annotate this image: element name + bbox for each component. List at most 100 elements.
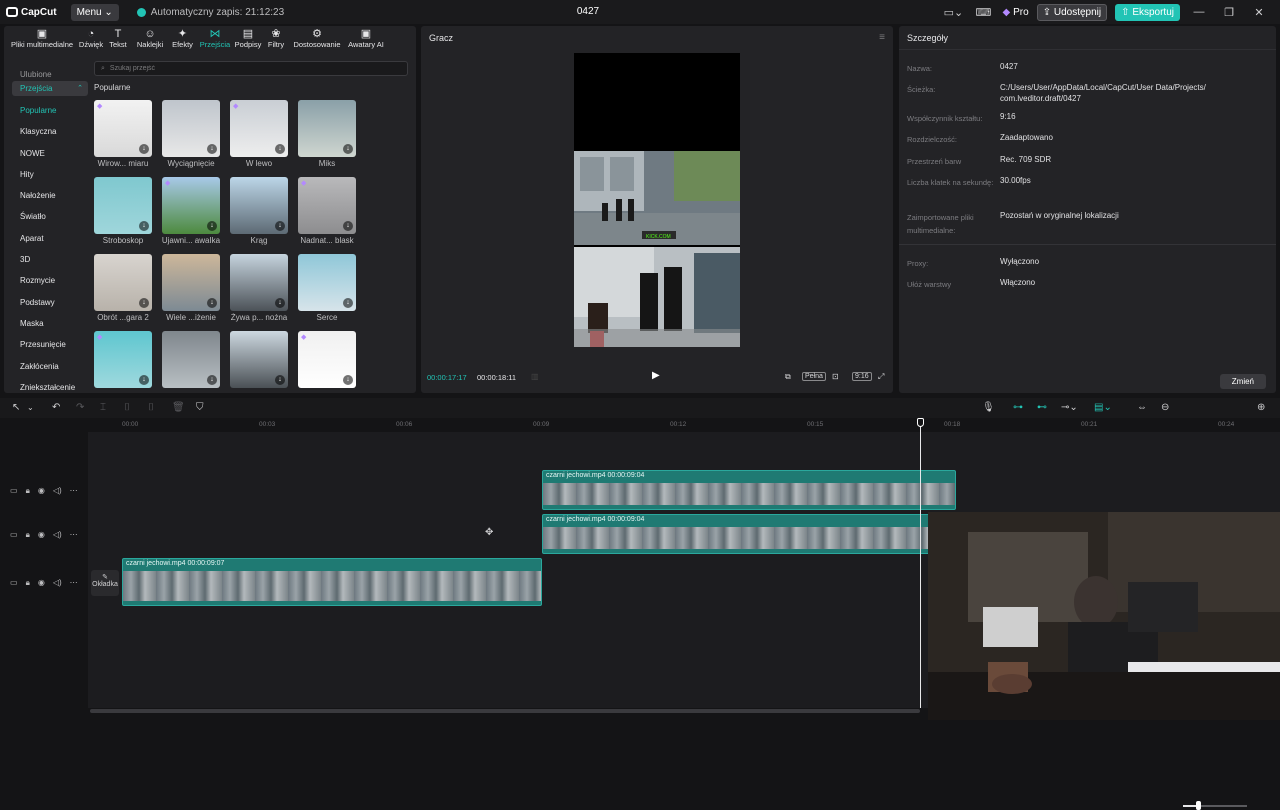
main-video-clip[interactable]: czarni jechowi.mp4 00:00:09:07 — [122, 558, 542, 606]
minimize-icon[interactable]: — — [1188, 6, 1210, 18]
chevron-down-icon[interactable]: ⌄ — [27, 403, 34, 412]
transition-card[interactable]: ↓ Wiele ...iżenie — [162, 254, 220, 324]
menu-button[interactable]: Menu ⌄ — [70, 3, 119, 21]
track-select-icon[interactable]: ▭ — [10, 578, 18, 588]
track-select-icon[interactable]: ▭ — [10, 530, 18, 540]
video-clip[interactable]: czarni jechowi.mp4 00:00:09:04 — [542, 470, 956, 510]
sidebar-item[interactable]: Światło — [12, 206, 88, 227]
sidebar-item[interactable]: Nałożenie — [12, 185, 88, 206]
tab-dostosowanie[interactable]: ⚙ Dostosowanie — [291, 26, 343, 52]
transition-card[interactable]: ↓ Serce — [298, 254, 356, 324]
select-tool-icon[interactable]: ↖ — [12, 402, 20, 413]
zoom-in-icon[interactable]: ⊕ — [1257, 402, 1265, 413]
sidebar-item[interactable]: Popularne — [12, 100, 88, 121]
tab-efekty[interactable]: ✦ Efekty — [170, 26, 195, 52]
play-button[interactable]: ▶ — [652, 370, 660, 381]
pro-button[interactable]: ◆ Pro — [1002, 7, 1028, 18]
transition-card[interactable]: ↓ — [230, 331, 288, 401]
shield-icon[interactable]: ⛉ — [196, 402, 204, 413]
eye-icon[interactable]: ◉ — [38, 530, 45, 540]
time-ruler[interactable]: 00:00 00:03 00:06 00:09 00:12 00:15 00:18 00:21… — [88, 418, 1280, 432]
search-box[interactable]: ⌕ — [94, 61, 408, 76]
download-icon[interactable]: ↓ — [343, 221, 353, 231]
tab-przejścia[interactable]: ⋈ Przejścia — [198, 26, 232, 52]
sidebar-item[interactable]: Hity — [12, 164, 88, 185]
download-icon[interactable]: ↓ — [275, 298, 285, 308]
undo-icon[interactable]: ↶ — [52, 402, 60, 413]
fullscreen-icon[interactable]: ⤢ — [878, 372, 884, 382]
redo-icon[interactable]: ↷ — [76, 402, 84, 413]
close-icon[interactable]: ✕ — [1248, 6, 1270, 19]
sidebar-item[interactable]: Rozmycie — [12, 270, 88, 291]
transition-card[interactable]: ◆ ↓ — [94, 331, 152, 401]
download-icon[interactable]: ↓ — [343, 144, 353, 154]
speaker-icon[interactable]: ◁) — [53, 530, 62, 540]
download-icon[interactable]: ↓ — [139, 144, 149, 154]
delete-icon[interactable]: 🗑 — [172, 402, 185, 413]
sidebar-item[interactable]: Zniekształcenie — [12, 377, 88, 398]
transition-card[interactable]: ◆ ↓ W lewo — [230, 100, 288, 170]
sidebar-item[interactable]: Podstawy — [12, 292, 88, 313]
tab-awatary-ai[interactable]: ▣ Awatary AI — [346, 26, 386, 52]
download-icon[interactable]: ↓ — [343, 298, 353, 308]
download-icon[interactable]: ↓ — [207, 298, 217, 308]
transition-card[interactable]: ◆ ↓ — [298, 331, 356, 401]
lock-icon[interactable]: 🔒︎ — [26, 530, 30, 540]
download-icon[interactable]: ↓ — [139, 375, 149, 385]
sidebar-item[interactable]: Przesunięcie — [12, 334, 88, 355]
sidebar-item-favorites[interactable]: Ulubione — [12, 71, 88, 81]
more-icon[interactable]: ⋯ — [70, 530, 78, 540]
shortcut-icon[interactable]: ⌨ — [972, 6, 994, 19]
tab-podpisy[interactable]: ▤ Podpisy — [235, 26, 262, 52]
transition-card[interactable]: ↓ Krąg — [230, 177, 288, 247]
playhead[interactable] — [920, 418, 921, 708]
track-select-icon[interactable]: ▭ — [10, 486, 18, 496]
download-icon[interactable]: ↓ — [275, 221, 285, 231]
split-left-icon[interactable]: ⌷ — [124, 402, 130, 413]
zoom-out-icon[interactable]: ⊖ — [1161, 402, 1169, 413]
export-button[interactable]: ⇧ Eksportuj — [1115, 3, 1180, 21]
lock-icon[interactable]: 🔒︎ — [26, 486, 30, 496]
lock-icon[interactable]: 🔒︎ — [26, 578, 30, 588]
playhead-handle[interactable] — [917, 418, 924, 427]
sidebar-item[interactable]: Aparat — [12, 228, 88, 249]
download-icon[interactable]: ↓ — [343, 375, 353, 385]
ratio-button[interactable]: 9:16 — [852, 372, 872, 381]
layout-icon[interactable]: ▭⌄ — [942, 6, 964, 19]
tab-dźwięk[interactable]: ◔ Dźwięk — [79, 26, 103, 52]
transition-card[interactable]: ◆ ↓ Wirow... miaru — [94, 100, 152, 170]
split-icon[interactable]: ⌶ — [100, 402, 106, 413]
eye-icon[interactable]: ◉ — [38, 486, 45, 496]
tab-tekst[interactable]: T Tekst — [106, 26, 130, 52]
maximize-icon[interactable]: ❐ — [1218, 6, 1240, 19]
fit-icon[interactable]: ⇔ — [1137, 402, 1147, 413]
speaker-icon[interactable]: ◁) — [53, 486, 62, 496]
sidebar-item[interactable]: NOWE — [12, 143, 88, 164]
video-preview[interactable]: KICK.COM — [574, 53, 740, 347]
speaker-icon[interactable]: ◁) — [53, 578, 62, 588]
magnet-icon[interactable]: ⊶ — [1013, 402, 1023, 413]
timeline-scrollbar[interactable] — [90, 709, 920, 713]
download-icon[interactable]: ↓ — [207, 375, 217, 385]
tab-naklejki[interactable]: ☺ Naklejki — [133, 26, 167, 52]
more-icon[interactable]: ⋯ — [70, 486, 78, 496]
download-icon[interactable]: ↓ — [275, 375, 285, 385]
sidebar-item[interactable]: Klasyczna — [12, 121, 88, 142]
video-clip[interactable]: czarni jechowi.mp4 00:00:09:04 — [542, 514, 942, 554]
timeline-grid-icon[interactable]: ▥ — [531, 372, 539, 381]
split-right-icon[interactable]: ⌷ — [148, 402, 154, 413]
crop-icon[interactable]: ⧉ — [785, 372, 791, 382]
transition-card[interactable]: ↓ — [162, 331, 220, 401]
sidebar-item[interactable]: Maska — [12, 313, 88, 334]
eye-icon[interactable]: ◉ — [38, 578, 45, 588]
transition-card[interactable]: ↓ Obrót ...gara 2 — [94, 254, 152, 324]
transition-card[interactable]: ◆ ↓ Ujawni... awaIka — [162, 177, 220, 247]
sidebar-item[interactable]: 3D — [12, 249, 88, 270]
transition-card[interactable]: ↓ Wyciągnięcie — [162, 100, 220, 170]
more-icon[interactable]: ⋯ — [70, 578, 78, 588]
zoom-slider-handle[interactable] — [1196, 801, 1201, 810]
tab-filtry[interactable]: ❀ Filtry — [264, 26, 288, 52]
cover-button[interactable]: ✎ Okładka — [91, 570, 119, 596]
quality-button[interactable]: Pełna — [802, 372, 826, 381]
transition-card[interactable]: ↓ Stroboskop — [94, 177, 152, 247]
